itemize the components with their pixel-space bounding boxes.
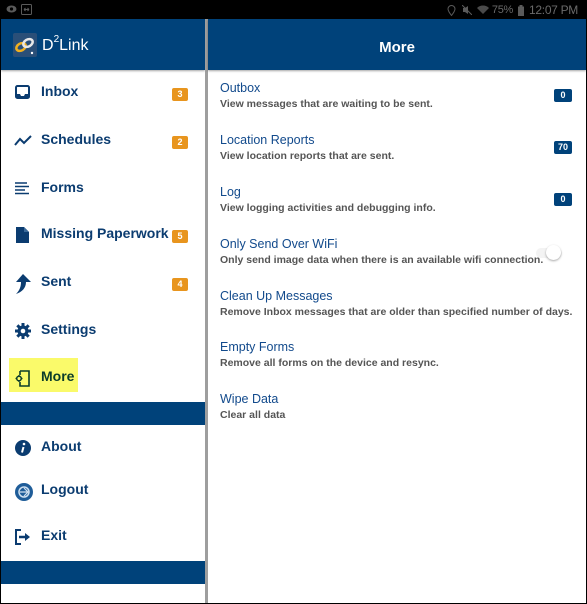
row-title: Location Reports	[220, 133, 315, 147]
document-icon	[14, 226, 32, 244]
exit-icon	[14, 528, 32, 546]
sidebar-item-logout[interactable]: Logout	[1, 470, 205, 510]
phone-settings-icon	[14, 369, 32, 387]
status-bar: 75% 12:07 PM	[1, 1, 586, 19]
screen-mirror-icon	[21, 4, 32, 15]
row-location-reports[interactable]: Location Reports View location reports t…	[208, 133, 586, 177]
sidebar-item-label: About	[41, 438, 82, 454]
sidebar-item-label: Missing Paperwork	[41, 225, 169, 241]
row-title: Empty Forms	[220, 340, 295, 354]
gear-icon	[14, 322, 32, 340]
row-title: Clean Up Messages	[220, 289, 333, 303]
wifi-icon	[476, 5, 489, 15]
missing-paperwork-count-badge: 5	[172, 230, 188, 243]
sidebar-item-schedules[interactable]: Schedules 2	[1, 120, 205, 160]
outbox-count-badge: 0	[554, 89, 572, 102]
sidebar-item-sent[interactable]: Sent 4	[1, 262, 205, 302]
sidebar-item-forms[interactable]: Forms	[1, 168, 205, 208]
sidebar-item-label: Forms	[41, 179, 84, 195]
eye-icon	[6, 4, 17, 14]
drawer-footer-bar	[1, 561, 205, 584]
sent-arrow-icon	[14, 274, 32, 294]
clock: 12:07 PM	[529, 3, 578, 17]
sidebar-item-more[interactable]: More	[1, 357, 205, 397]
location-icon	[447, 5, 457, 17]
app-name: D2Link	[42, 34, 89, 54]
app-frame: 75% 12:07 PM D2Link Inbox 3 Schedules 2 …	[0, 0, 587, 604]
info-icon	[14, 439, 32, 457]
navigation-drawer: D2Link Inbox 3 Schedules 2 Forms Missing…	[1, 19, 205, 603]
row-wipe-data[interactable]: Wipe Data Clear all data	[208, 392, 586, 436]
sidebar-item-missing-paperwork[interactable]: Missing Paperwork 5	[1, 214, 205, 254]
sidebar-item-exit[interactable]: Exit	[1, 516, 205, 556]
row-clean-up-messages[interactable]: Clean Up Messages Remove Inbox messages …	[208, 289, 586, 333]
row-description: Remove all forms on the device and resyn…	[220, 357, 439, 369]
main-panel: More Outbox View messages that are waiti…	[208, 19, 586, 603]
mute-icon	[461, 4, 473, 16]
sidebar-item-label: Sent	[41, 273, 72, 289]
row-title: Only Send Over WiFi	[220, 237, 338, 251]
row-outbox[interactable]: Outbox View messages that are waiting to…	[208, 81, 586, 125]
row-title: Log	[220, 185, 241, 199]
inbox-icon	[14, 84, 32, 102]
sidebar-item-inbox[interactable]: Inbox 3	[1, 72, 205, 112]
sidebar-item-settings[interactable]: Settings	[1, 310, 205, 350]
d2link-logo-icon	[13, 33, 37, 57]
trending-icon	[14, 132, 32, 150]
row-description: Remove Inbox messages that are older tha…	[220, 306, 573, 318]
row-description: Clear all data	[220, 409, 286, 421]
sidebar-item-label: Exit	[41, 527, 67, 543]
drawer-section-divider	[1, 402, 205, 425]
list-lines-icon	[14, 180, 32, 198]
row-description: View messages that are waiting to be sen…	[220, 98, 433, 110]
row-only-send-over-wifi[interactable]: Only Send Over WiFi Only send image data…	[208, 237, 586, 281]
sidebar-item-about[interactable]: About	[1, 427, 205, 467]
battery-percent: 75%	[491, 4, 514, 16]
row-description: Only send image data when there is an av…	[220, 254, 544, 266]
battery-icon	[518, 5, 525, 16]
row-description: View logging activities and debugging in…	[220, 202, 436, 214]
wifi-toggle-switch[interactable]	[546, 245, 561, 260]
row-description: View location reports that are sent.	[220, 150, 395, 162]
sidebar-item-label: More	[41, 368, 75, 384]
location-reports-count-badge: 70	[554, 141, 572, 154]
sidebar-item-label: Schedules	[41, 131, 112, 147]
sidebar-item-label: Settings	[41, 321, 97, 337]
inbox-count-badge: 3	[172, 88, 188, 101]
sidebar-item-label: Inbox	[41, 83, 79, 99]
row-log[interactable]: Log View logging activities and debuggin…	[208, 185, 586, 229]
sent-count-badge: 4	[172, 278, 188, 291]
logout-icon	[14, 482, 33, 501]
row-title: Outbox	[220, 81, 261, 95]
main-header: More	[208, 19, 586, 70]
sidebar-item-label: Logout	[41, 481, 89, 497]
row-title: Wipe Data	[220, 392, 279, 406]
log-count-badge: 0	[554, 193, 572, 206]
row-empty-forms[interactable]: Empty Forms Remove all forms on the devi…	[208, 340, 586, 384]
schedules-count-badge: 2	[172, 136, 188, 149]
drawer-header: D2Link	[1, 19, 205, 70]
page-title: More	[379, 39, 415, 56]
